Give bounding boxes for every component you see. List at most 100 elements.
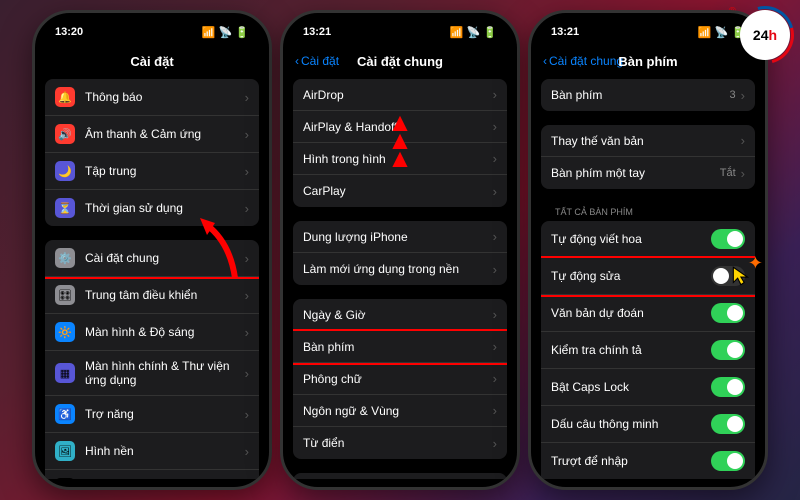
toggle-switch[interactable] <box>711 414 745 434</box>
row-label: Thay thế văn bản <box>551 134 741 148</box>
settings-row[interactable]: ▦ Màn hình chính & Thư viện ứng dụng› <box>45 351 259 396</box>
chevron-icon: › <box>245 90 249 105</box>
chevron-icon: › <box>245 127 249 142</box>
chevron-icon: › <box>741 166 745 181</box>
toggle-switch[interactable] <box>711 229 745 249</box>
settings-row[interactable]: Ngày & Giờ› <box>293 299 507 331</box>
row-label: Phông chữ <box>303 372 493 386</box>
chevron-icon: › <box>493 229 497 244</box>
section-header: TẤT CẢ BÀN PHÍM <box>541 203 755 221</box>
settings-row: Tự động viết hoa <box>541 221 755 258</box>
toggle-switch[interactable] <box>711 451 745 471</box>
settings-row[interactable]: ⏳ Thời gian sử dụng› <box>45 190 259 226</box>
settings-row: Trượt để nhập <box>541 443 755 479</box>
settings-row[interactable]: ⚙️Cài đặt chung› <box>45 240 259 277</box>
row-label: AirDrop <box>303 88 493 102</box>
settings-row[interactable]: Bàn phím3 › <box>541 79 755 111</box>
row-label: Dung lượng iPhone <box>303 230 493 244</box>
page-title: Bàn phím <box>618 54 677 69</box>
row-label: Tự động viết hoa <box>551 232 711 246</box>
chevron-icon: › <box>245 366 249 381</box>
row-label: Từ điển <box>303 436 493 450</box>
settings-row[interactable]: Làm mới ứng dụng trong nền› <box>293 253 507 285</box>
chevron-icon: › <box>493 87 497 102</box>
row-label: Ngôn ngữ & Vùng <box>303 404 493 418</box>
row-icon: ⏱ <box>55 478 75 479</box>
row-label: Trung tâm điều khiển <box>85 288 245 302</box>
chevron-icon: › <box>493 436 497 451</box>
toggle-switch[interactable] <box>711 377 745 397</box>
chevron-icon: › <box>493 339 497 354</box>
settings-row[interactable]: ⏱Chờ› <box>45 470 259 479</box>
cursor-icon: ✦ <box>729 263 755 294</box>
settings-row[interactable]: Quản lý VPN & Thiết bị› <box>293 473 507 479</box>
chevron-icon: › <box>493 403 497 418</box>
settings-row: Kiểm tra chính tả <box>541 332 755 369</box>
chevron-icon: › <box>245 251 249 266</box>
settings-row[interactable]: 🔔Thông báo› <box>45 79 259 116</box>
row-value: Tắt <box>720 167 736 179</box>
settings-row[interactable]: Bàn phím một tayTắt › <box>541 157 755 189</box>
row-label: Tập trung <box>85 164 245 178</box>
chevron-icon: › <box>493 119 497 134</box>
time: 13:21 <box>551 26 579 38</box>
chevron-icon: › <box>493 151 497 166</box>
settings-row[interactable]: Dung lượng iPhone› <box>293 221 507 253</box>
row-label: Bàn phím <box>303 340 493 354</box>
chevron-icon: › <box>493 371 497 386</box>
row-icon: 🔔 <box>55 87 75 107</box>
chevron-icon: › <box>245 201 249 216</box>
back-button[interactable]: ‹ Cài đặt <box>295 54 339 68</box>
time: 13:21 <box>303 26 331 38</box>
settings-row[interactable]: Ngôn ngữ & Vùng› <box>293 395 507 427</box>
page-title: Cài đặt <box>130 54 173 69</box>
row-label: Cài đặt chung <box>85 251 245 265</box>
chevron-icon: › <box>493 262 497 277</box>
watermark-badge: 24h <box>740 10 790 60</box>
settings-row: Dấu câu thông minh <box>541 406 755 443</box>
chevron-icon: › <box>245 325 249 340</box>
settings-row[interactable]: CarPlay› <box>293 175 507 207</box>
row-icon: 🔊 <box>55 124 75 144</box>
settings-row[interactable]: 🎛Trung tâm điều khiển› <box>45 277 259 314</box>
row-icon: ▦ <box>55 363 75 383</box>
settings-row: Tự động sửa <box>541 258 755 295</box>
row-label: CarPlay <box>303 184 493 198</box>
phone-keyboard: 13:21 📶📡🔋 ‹ Cài đặt chung Bàn phím Bàn p… <box>528 10 768 490</box>
row-label: Bàn phím một tay <box>551 166 720 180</box>
chevron-icon: › <box>245 288 249 303</box>
settings-row[interactable]: 🔊Âm thanh & Cảm ứng› <box>45 116 259 153</box>
row-label: Hình nền <box>85 444 245 458</box>
toggle-switch[interactable] <box>711 303 745 323</box>
row-label: Bàn phím <box>551 88 730 102</box>
row-icon: ⏳ <box>55 198 75 218</box>
chevron-icon: › <box>741 88 745 103</box>
navbar: ‹ Cài đặt Cài đặt chung <box>283 43 517 79</box>
toggle-switch[interactable] <box>711 340 745 360</box>
chevron-icon: › <box>493 184 497 199</box>
back-button[interactable]: ‹ Cài đặt chung <box>543 54 623 68</box>
page-title: Cài đặt chung <box>357 54 443 69</box>
row-label: Màn hình & Độ sáng <box>85 325 245 339</box>
settings-row[interactable]: 🔆Màn hình & Độ sáng› <box>45 314 259 351</box>
row-label: Màn hình chính & Thư viện ứng dụng <box>85 359 245 387</box>
settings-row[interactable]: 🌙Tập trung› <box>45 153 259 190</box>
settings-row[interactable]: Phông chữ› <box>293 363 507 395</box>
chevron-icon: › <box>245 407 249 422</box>
settings-row[interactable]: ♿Trợ năng› <box>45 396 259 433</box>
settings-row: Bật Caps Lock <box>541 369 755 406</box>
settings-row[interactable]: Thay thế văn bản› <box>541 125 755 157</box>
row-label: Thời gian sử dụng <box>85 201 245 215</box>
phone-settings: 13:20 📶📡🔋 Cài đặt 🔔Thông báo›🔊Âm thanh &… <box>32 10 272 490</box>
settings-row[interactable]: Từ điển› <box>293 427 507 459</box>
settings-row[interactable]: Bàn phím› <box>293 331 507 363</box>
chevron-icon: › <box>245 164 249 179</box>
settings-row[interactable]: 🖼Hình nền› <box>45 433 259 470</box>
chevron-icon: › <box>493 307 497 322</box>
row-value: 3 <box>730 89 736 101</box>
chevron-icon: › <box>741 133 745 148</box>
row-label: Dấu câu thông minh <box>551 417 711 431</box>
time: 13:20 <box>55 26 83 38</box>
row-label: Văn bản dự đoán <box>551 306 711 320</box>
phone-general: 13:21 📶📡🔋 ‹ Cài đặt Cài đặt chung AirDro… <box>280 10 520 490</box>
